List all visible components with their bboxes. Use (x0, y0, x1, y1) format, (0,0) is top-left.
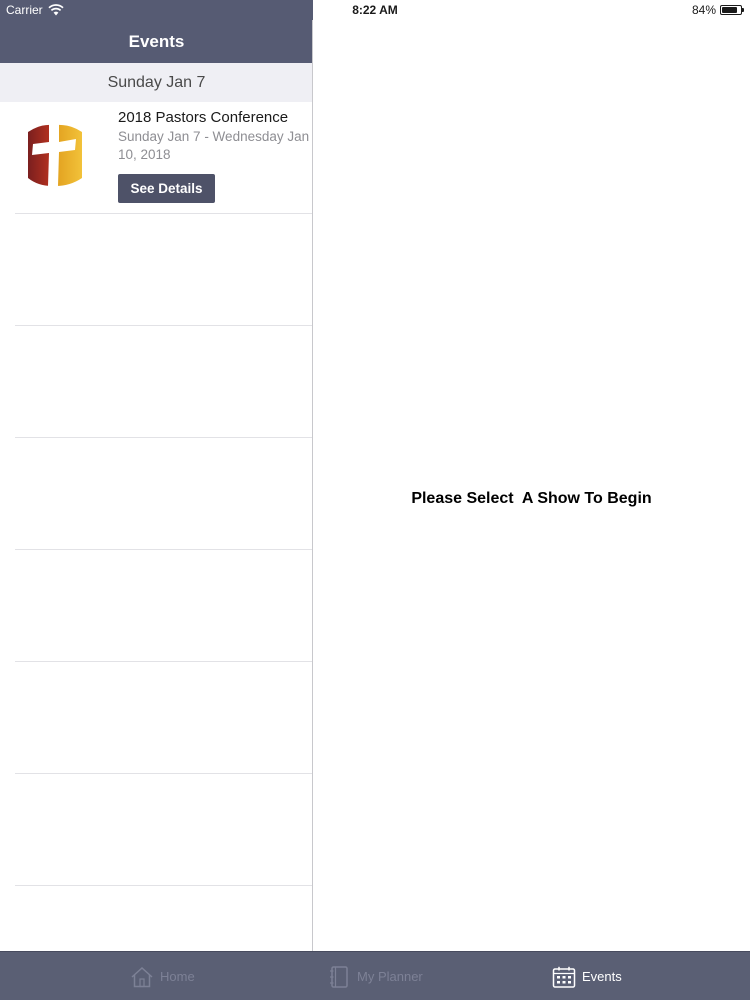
events-nav-bar: Events (0, 20, 313, 63)
list-separator (15, 885, 313, 886)
event-dates: Sunday Jan 7 - Wednesday Jan 10, 2018 (118, 129, 310, 162)
page-title: Events (128, 31, 185, 51)
battery-icon (720, 5, 744, 15)
tab-bar: Home My Planner Events (0, 951, 750, 1000)
split-view-divider (312, 20, 313, 952)
tab-events[interactable]: Events (552, 952, 622, 1000)
status-time: 8:22 AM (352, 3, 398, 17)
tab-home[interactable]: Home (130, 952, 195, 1000)
tab-my-planner[interactable]: My Planner (327, 952, 423, 1000)
date-section-header: Sunday Jan 7 (0, 63, 313, 102)
planner-icon (330, 965, 348, 988)
list-separator (15, 549, 313, 550)
tab-home-label: Home (160, 969, 195, 984)
list-separator (15, 437, 313, 438)
list-separator (15, 213, 313, 214)
empty-state-message: Please Select A Show To Begin (411, 490, 652, 507)
battery-fill (722, 7, 738, 13)
section-date-label: Sunday Jan 7 (107, 73, 206, 91)
tab-events-label: Events (582, 969, 622, 984)
event-title: 2018 Pastors Conference (118, 109, 289, 126)
cross-logo-icon (28, 123, 82, 186)
list-separator (15, 325, 313, 326)
list-separator (15, 773, 313, 774)
battery-percent: 84% (691, 3, 716, 17)
list-separator (15, 661, 313, 662)
tab-my-planner-label: My Planner (357, 969, 423, 984)
see-details-button[interactable]: See Details (118, 174, 215, 203)
home-icon (131, 966, 153, 987)
calendar-icon (552, 966, 576, 988)
